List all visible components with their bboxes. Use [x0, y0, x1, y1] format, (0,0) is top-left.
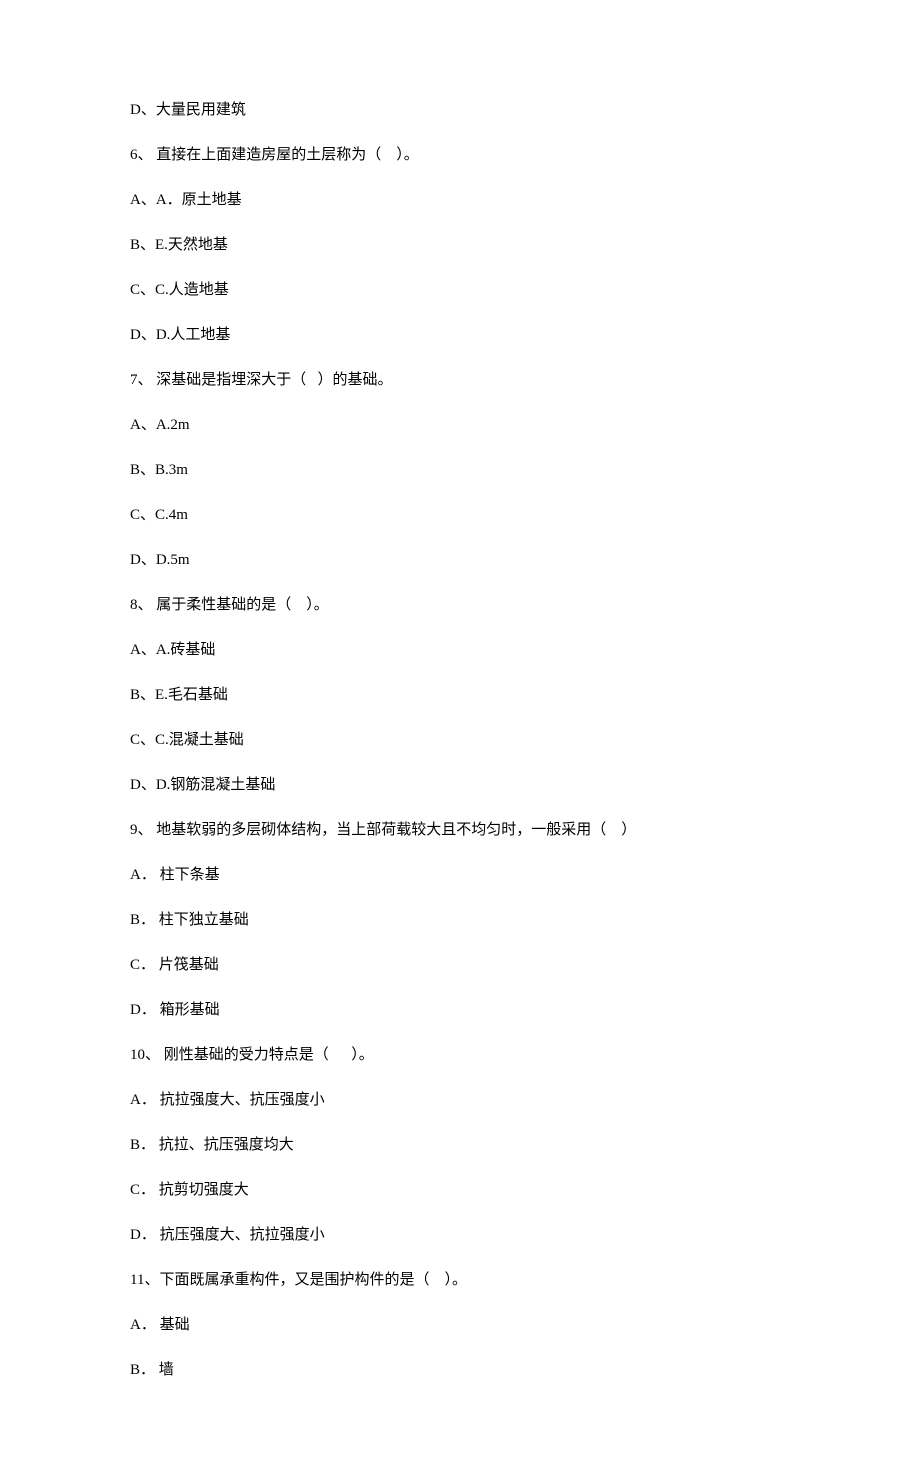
option-line: D． 箱形基础: [130, 1000, 790, 1021]
question-line: 7、 深基础是指埋深大于（ ）的基础。: [130, 370, 790, 391]
option-line: B． 墙: [130, 1360, 790, 1381]
option-line: A、A.砖基础: [130, 640, 790, 661]
option-line: A． 抗拉强度大、抗压强度小: [130, 1090, 790, 1111]
question-line: 9、 地基软弱的多层砌体结构，当上部荷载较大且不均匀时，一般采用（ ）: [130, 820, 790, 841]
option-line: D、D.5m: [130, 550, 790, 571]
option-line: A． 柱下条基: [130, 865, 790, 886]
option-line: A、A.2m: [130, 415, 790, 436]
option-line: D、D.钢筋混凝土基础: [130, 775, 790, 796]
option-line: A、A．原土地基: [130, 190, 790, 211]
option-line: B、E.毛石基础: [130, 685, 790, 706]
option-line: C、C.人造地基: [130, 280, 790, 301]
option-line: C、C.混凝土基础: [130, 730, 790, 751]
option-line: B、B.3m: [130, 460, 790, 481]
option-line: C． 抗剪切强度大: [130, 1180, 790, 1201]
question-line: 11、下面既属承重构件，又是围护构件的是（ ）。: [130, 1270, 790, 1291]
document-page: D、大量民用建筑 6、 直接在上面建造房屋的土层称为（ ）。 A、A．原土地基 …: [0, 0, 920, 1465]
question-line: 6、 直接在上面建造房屋的土层称为（ ）。: [130, 145, 790, 166]
question-line: 8、 属于柔性基础的是（ ）。: [130, 595, 790, 616]
option-line: D、D.人工地基: [130, 325, 790, 346]
option-line: C、C.4m: [130, 505, 790, 526]
option-line: B、E.天然地基: [130, 235, 790, 256]
question-line: 10、 刚性基础的受力特点是（ ）。: [130, 1045, 790, 1066]
option-line: B． 柱下独立基础: [130, 910, 790, 931]
option-line: D、大量民用建筑: [130, 100, 790, 121]
option-line: C． 片筏基础: [130, 955, 790, 976]
option-line: D． 抗压强度大、抗拉强度小: [130, 1225, 790, 1246]
option-line: A． 基础: [130, 1315, 790, 1336]
option-line: B． 抗拉、抗压强度均大: [130, 1135, 790, 1156]
